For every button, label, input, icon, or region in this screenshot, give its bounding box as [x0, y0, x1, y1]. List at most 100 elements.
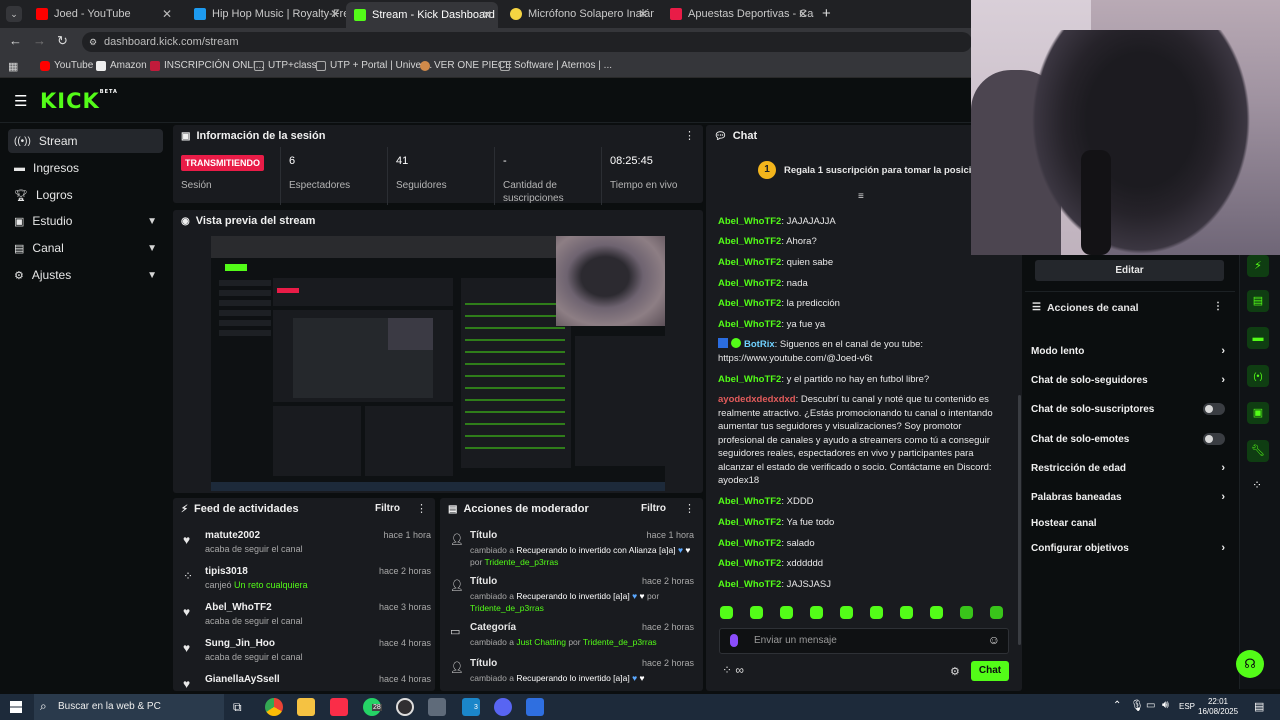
forward-icon[interactable]: →: [33, 33, 46, 48]
browser-tab[interactable]: Joed - YouTube ✕: [28, 3, 178, 25]
broadcast-toggle-icon[interactable]: (•): [1247, 365, 1269, 387]
windows-start-icon[interactable]: [10, 701, 22, 713]
reload-icon[interactable]: ↻: [57, 33, 68, 49]
emoji-icon[interactable]: ☺: [988, 633, 1000, 647]
bookmark-amazon[interactable]: Amazon: [96, 60, 147, 71]
address-field[interactable]: ⚙ dashboard.kick.com/stream: [82, 32, 972, 52]
stream-preview-video[interactable]: [211, 236, 665, 491]
support-headset-icon[interactable]: ☊: [1236, 650, 1264, 678]
mod-user[interactable]: Tridente_de_p3rras: [470, 603, 544, 613]
filter-button[interactable]: Filtro: [375, 503, 400, 514]
chat-username[interactable]: Abel_WhoTF2: [718, 298, 781, 309]
chat-username[interactable]: Abel_WhoTF2: [718, 579, 781, 590]
reward-points-icon[interactable]: ⁘ ∞: [722, 663, 744, 677]
edit-button[interactable]: Editar: [1035, 260, 1224, 281]
feed-user[interactable]: GianellaAySsell: [205, 674, 280, 685]
menu-icon[interactable]: ☰: [14, 92, 27, 110]
back-icon[interactable]: ←: [9, 33, 22, 48]
tab-search-button[interactable]: ⌄: [6, 6, 22, 22]
channel-action-item[interactable]: Hostear canal: [1031, 513, 1229, 533]
channel-action-item[interactable]: Configurar objetivos ›: [1031, 538, 1229, 558]
sidebar-item-logros[interactable]: 🏆︎ Logros: [8, 183, 163, 207]
sidebar-item-ajustes[interactable]: ⚙ Ajustes ▼: [8, 263, 163, 287]
language-indicator[interactable]: ESP: [1179, 702, 1195, 711]
file-explorer-icon[interactable]: [297, 698, 315, 716]
wrench-icon[interactable]: 🔧︎: [1247, 440, 1269, 462]
mod-user[interactable]: Tridente_de_p3rras: [583, 637, 657, 647]
apps-grid-icon[interactable]: ▦: [8, 60, 18, 73]
channel-action-item[interactable]: Chat de solo-suscriptores: [1031, 399, 1229, 419]
close-tab-icon[interactable]: ✕: [798, 7, 808, 21]
sidebar-item-canal[interactable]: ▤ Canal ▼: [8, 236, 163, 260]
tray-chevron-icon[interactable]: ⌃: [1113, 700, 1121, 711]
emote-icon[interactable]: [960, 606, 973, 619]
chat-send-button[interactable]: Chat: [971, 661, 1009, 681]
feed-user[interactable]: Sung_Jin_Hoo: [205, 638, 275, 649]
more-options-icon[interactable]: ⋮: [684, 502, 695, 515]
emote-icon[interactable]: [900, 606, 913, 619]
emote-icon[interactable]: [840, 606, 853, 619]
feed-user[interactable]: tipis3018: [205, 566, 248, 577]
chat-username[interactable]: Abel_WhoTF2: [718, 538, 781, 549]
emote-icon[interactable]: [930, 606, 943, 619]
close-tab-icon[interactable]: ✕: [638, 7, 648, 21]
bookmark-youtube[interactable]: YouTube: [40, 60, 93, 71]
toggle-switch[interactable]: [1203, 403, 1225, 415]
more-options-icon[interactable]: ⋮: [1213, 301, 1223, 312]
chat-icon[interactable]: ▬: [1247, 327, 1269, 349]
feed-user[interactable]: Abel_WhoTF2: [205, 602, 272, 613]
emote-icon[interactable]: [810, 606, 823, 619]
task-view-icon[interactable]: ⧉: [233, 700, 242, 715]
emote-icon[interactable]: [750, 606, 763, 619]
emote-icon[interactable]: [780, 606, 793, 619]
sidebar-item-estudio[interactable]: ▣ Estudio ▼: [8, 209, 163, 233]
feed-user[interactable]: matute2002: [205, 530, 260, 541]
sidebar-item-ingresos[interactable]: ▬ Ingresos: [8, 156, 163, 180]
layout-icon[interactable]: ▣: [1247, 402, 1269, 424]
chat-username[interactable]: Abel_WhoTF2: [718, 558, 781, 569]
sidebar-item-stream[interactable]: ((•)) Stream: [8, 129, 163, 153]
new-tab-button[interactable]: +: [822, 5, 831, 22]
kick-logo[interactable]: KICKBETA: [40, 89, 118, 113]
close-tab-icon[interactable]: ✕: [330, 7, 340, 21]
chat-username[interactable]: Abel_WhoTF2: [718, 517, 781, 528]
emote-icon[interactable]: [720, 606, 733, 619]
chat-scrollbar[interactable]: [1018, 395, 1021, 645]
chat-username[interactable]: Abel_WhoTF2: [718, 496, 781, 507]
more-options-icon[interactable]: ⋮: [416, 502, 427, 515]
browser-tab[interactable]: Hip Hop Music | Royalty-Free D ✕: [186, 3, 346, 25]
bookmark-utp-class[interactable]: UTP+class: [254, 60, 317, 71]
chat-username[interactable]: Abel_WhoTF2: [718, 278, 781, 289]
mod-user[interactable]: Tridente_de_p3rras: [485, 557, 559, 567]
channel-action-item[interactable]: Chat de solo-emotes: [1031, 429, 1229, 449]
chrome-icon[interactable]: [265, 698, 283, 716]
discord-icon[interactable]: [494, 698, 512, 716]
taskbar-search[interactable]: ⌕ Buscar en la web & PC: [34, 694, 224, 720]
close-tab-icon[interactable]: ✕: [482, 8, 492, 22]
clipboard-icon[interactable]: ▤: [1247, 290, 1269, 312]
mail-icon[interactable]: [428, 698, 446, 716]
whatsapp-icon[interactable]: 28: [363, 698, 382, 716]
notification-center-icon[interactable]: ▤: [1254, 700, 1264, 713]
filter-button[interactable]: Filtro: [641, 503, 666, 514]
mic-tray-icon[interactable]: 🎙︎: [1130, 699, 1144, 712]
bookmark-one-piece[interactable]: VER ONE PIECE: [420, 60, 512, 71]
chat-username[interactable]: BotRix: [744, 339, 775, 350]
chat-username[interactable]: Abel_WhoTF2: [718, 216, 781, 227]
toggle-switch[interactable]: [1203, 433, 1225, 445]
more-options-icon[interactable]: ⋮: [684, 129, 695, 142]
browser-tab[interactable]: Micrófono Solapero Inalámbric ✕: [502, 3, 654, 25]
emote-icon[interactable]: [990, 606, 1003, 619]
chat-username[interactable]: Abel_WhoTF2: [718, 374, 781, 385]
clock[interactable]: 22:01 16/08/2025: [1198, 697, 1238, 717]
chat-username[interactable]: Abel_WhoTF2: [718, 319, 781, 330]
chat-username[interactable]: Abel_WhoTF2: [718, 236, 781, 247]
obs-icon[interactable]: [396, 698, 414, 716]
chat-input[interactable]: Enviar un mensaje ☺: [719, 628, 1009, 654]
chat-username[interactable]: Abel_WhoTF2: [718, 257, 781, 268]
music-app-icon[interactable]: [330, 698, 348, 716]
reward-icon[interactable]: ⁘: [1252, 478, 1262, 492]
channel-action-item[interactable]: Palabras baneadas ›: [1031, 487, 1229, 507]
store-icon[interactable]: [526, 698, 544, 716]
channel-action-item[interactable]: Restricción de edad ›: [1031, 458, 1229, 478]
